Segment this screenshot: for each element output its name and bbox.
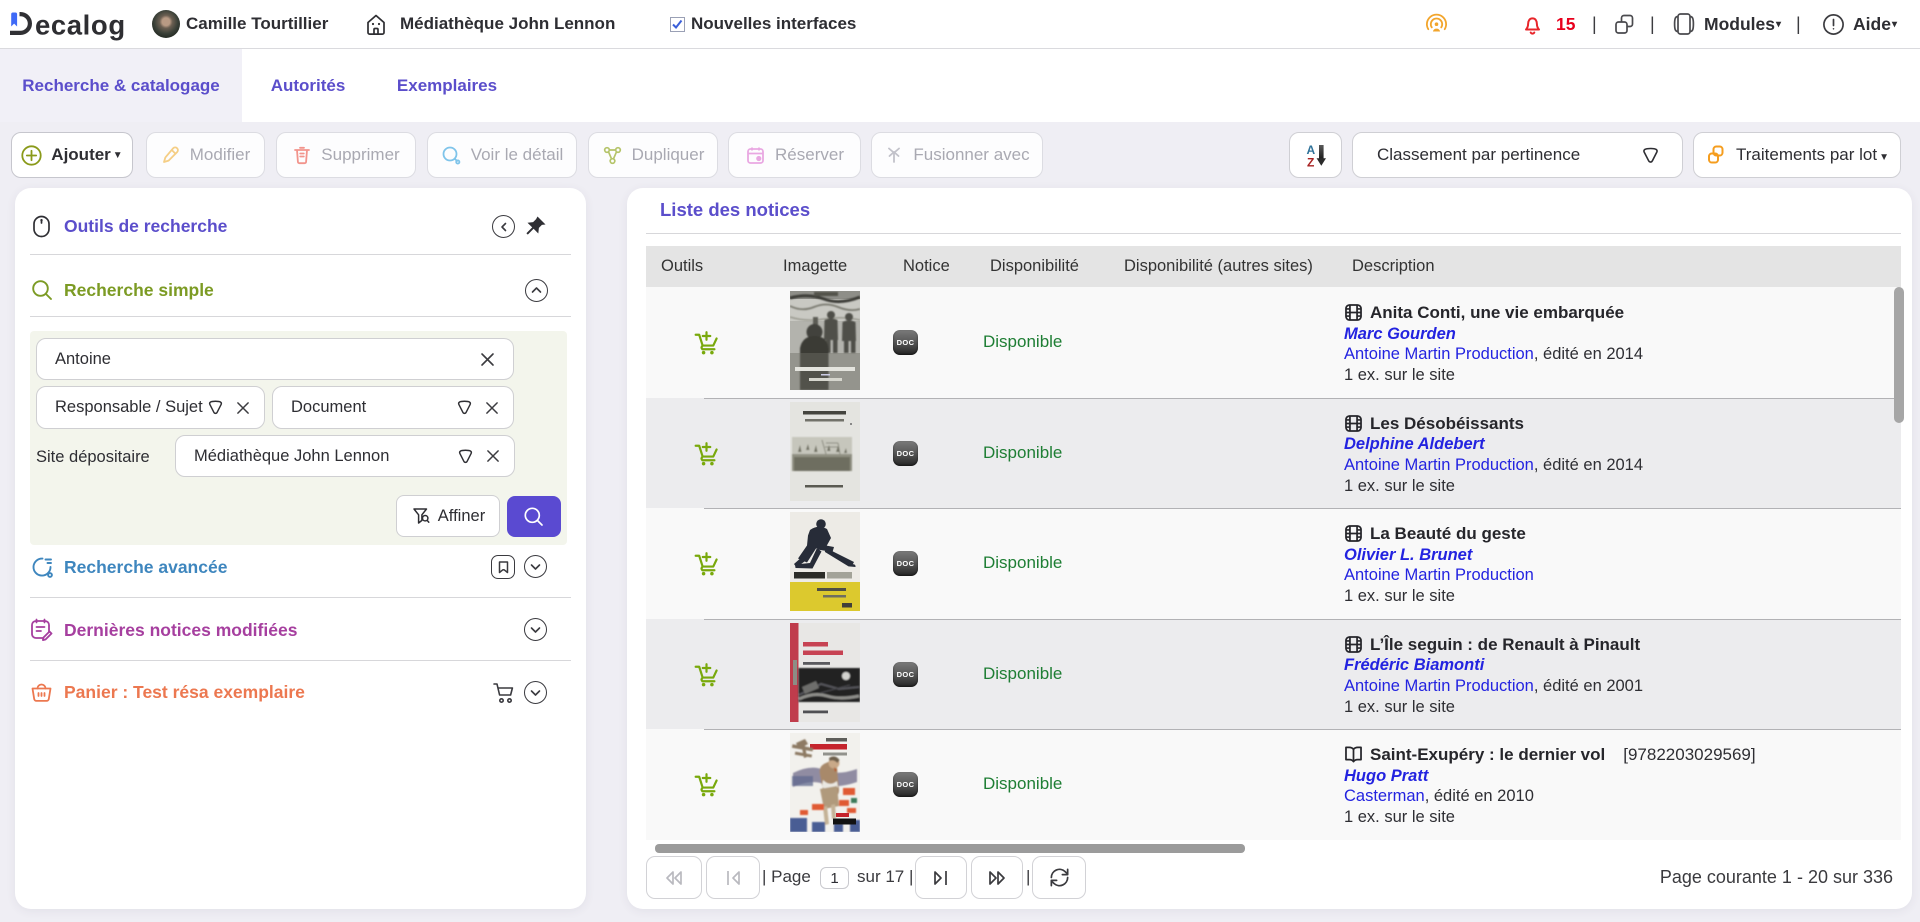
svg-text:ecalog: ecalog (35, 10, 126, 41)
svg-text:Z: Z (1307, 155, 1314, 169)
